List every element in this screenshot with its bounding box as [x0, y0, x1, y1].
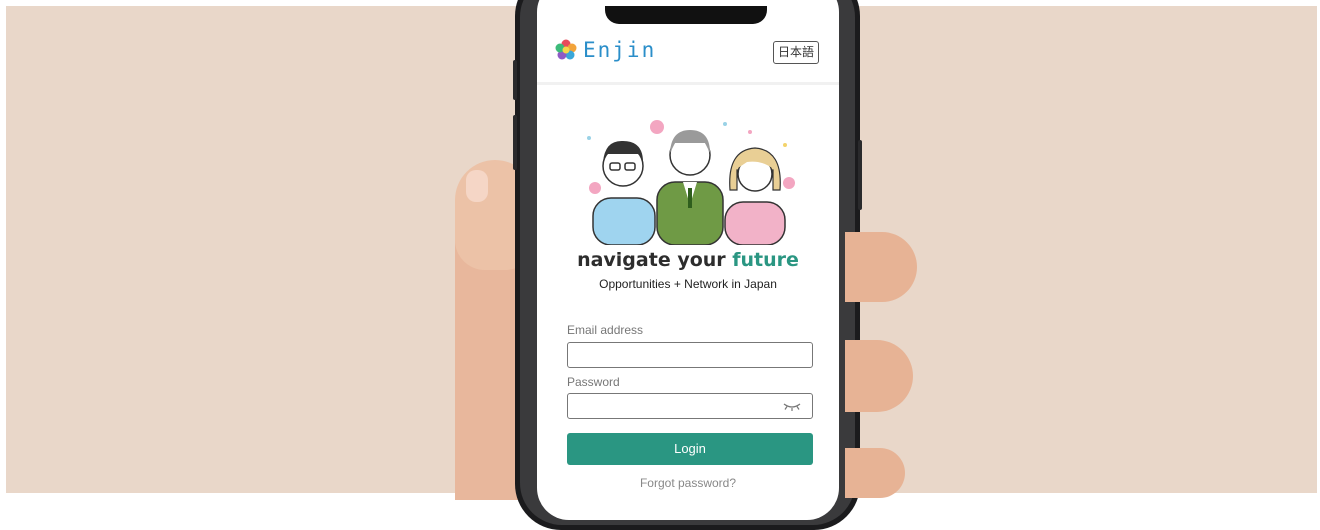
login-button[interactable]: Login — [567, 433, 813, 465]
headline-prefix: navigate your — [577, 249, 733, 271]
hand-finger — [845, 232, 917, 302]
thumb-nail — [466, 170, 488, 202]
hero-headline: navigate your future — [537, 249, 839, 271]
password-label: Password — [567, 375, 620, 389]
eye-closed-icon[interactable] — [782, 401, 802, 411]
password-field-box — [567, 393, 813, 419]
phone-volume-button — [513, 60, 517, 100]
phone-volume-button — [513, 115, 517, 170]
hero-tagline: Opportunities + Network in Japan — [599, 277, 777, 291]
logo-text: Enjin — [583, 38, 657, 62]
forgot-password-link[interactable]: Forgot password? — [537, 476, 839, 490]
email-field-box — [567, 342, 813, 368]
people-illustration — [587, 120, 795, 245]
email-label: Email address — [567, 323, 644, 337]
hand-finger — [845, 448, 905, 498]
phone-notch — [605, 6, 767, 24]
headline-accent: future — [732, 249, 799, 271]
enjin-logo[interactable]: Enjin — [555, 38, 656, 62]
email-field[interactable] — [568, 343, 812, 367]
flower-logo-icon — [555, 39, 577, 60]
password-field[interactable] — [568, 394, 812, 418]
language-button[interactable]: 日本語 — [773, 41, 819, 64]
phone-power-button — [858, 140, 862, 210]
